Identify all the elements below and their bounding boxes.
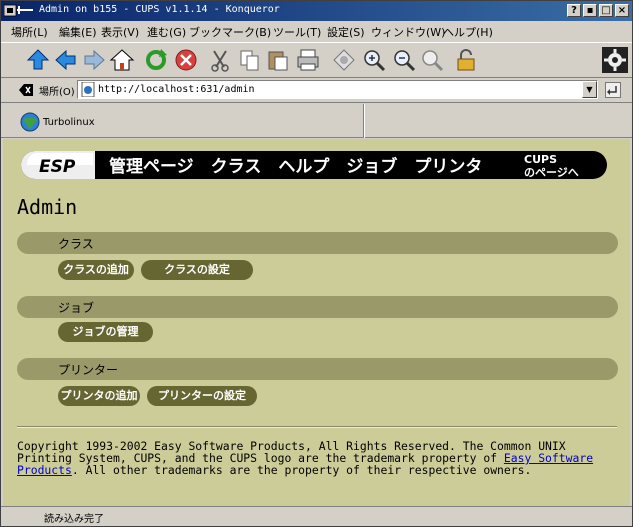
section-label: ジョブ <box>58 301 95 315</box>
go-icon[interactable] <box>605 82 621 98</box>
modify-printer-button[interactable]: プリンターの設定 <box>147 386 257 406</box>
stop-icon[interactable] <box>173 47 199 73</box>
url-history-dropdown[interactable]: ▼ <box>582 81 597 98</box>
zoom-in-icon[interactable] <box>361 47 387 73</box>
status-text: 読み込み完了 <box>44 514 104 525</box>
security-icon[interactable] <box>331 47 357 73</box>
up-arrow-icon[interactable] <box>25 47 51 73</box>
find-icon[interactable] <box>419 47 445 73</box>
bookmark-separator <box>363 104 365 138</box>
menu-location[interactable]: 場所(L) <box>11 24 48 40</box>
divider <box>17 426 617 428</box>
menu-help[interactable]: ヘルプ(H) <box>443 24 493 40</box>
paste-icon[interactable] <box>265 47 291 73</box>
copy-icon[interactable] <box>237 47 263 73</box>
konqueror-gear-icon[interactable] <box>602 47 628 73</box>
window-title: Admin on b155 - CUPS v1.1.14 - Konqueror <box>39 4 280 15</box>
browser-window: Admin on b155 - CUPS v1.1.14 - Konqueror… <box>0 0 633 527</box>
section-header-jobs: ジョブ <box>17 296 618 318</box>
menu-view[interactable]: 表示(V) <box>101 24 139 40</box>
manage-jobs-button[interactable]: ジョブの管理 <box>58 322 153 342</box>
location-bar: 場所(O) http://localhost:631/admin ▼ <box>1 78 632 103</box>
konqueror-app-icon[interactable] <box>4 4 34 17</box>
forward-arrow-icon[interactable] <box>81 47 107 73</box>
banner-cups-link-line1[interactable]: CUPS <box>524 153 557 166</box>
menu-tools[interactable]: ツール(T) <box>273 24 321 40</box>
close-button[interactable]: × <box>615 4 629 17</box>
add-class-button[interactable]: クラスの追加 <box>58 260 134 280</box>
bookmark-turbolinux[interactable]: Turbolinux <box>43 117 95 128</box>
turbolinux-bookmark-icon[interactable] <box>19 111 41 133</box>
section-label: プリンター <box>58 363 119 377</box>
section-header-classes: クラス <box>17 232 618 254</box>
page-content: ESP 管理ページ クラス ヘルプ ジョブ プリンタ CUPS のページへ Ad… <box>3 139 630 506</box>
add-printer-button[interactable]: プリンタの追加 <box>58 386 140 406</box>
minimize-button[interactable]: ▪ <box>583 4 597 17</box>
title-bar[interactable]: Admin on b155 - CUPS v1.1.14 - Konqueror… <box>1 1 632 21</box>
zoom-out-icon[interactable] <box>391 47 417 73</box>
page-icon <box>81 82 95 97</box>
banner-cups-link-line2[interactable]: のページへ <box>524 166 579 179</box>
maximize-button[interactable]: □ <box>599 4 613 17</box>
status-bar: 読み込み完了 <box>1 506 632 526</box>
menu-window[interactable]: ウィンドウ(W) <box>371 24 445 40</box>
clear-location-icon[interactable] <box>19 84 33 96</box>
url-text: http://localhost:631/admin <box>98 84 255 95</box>
home-icon[interactable] <box>109 47 135 73</box>
lock-icon[interactable] <box>453 47 479 73</box>
menu-settings[interactable]: 設定(S) <box>327 24 365 40</box>
url-input[interactable]: http://localhost:631/admin ▼ <box>77 80 598 99</box>
section-label: クラス <box>58 237 94 251</box>
menu-edit[interactable]: 編集(E) <box>59 24 97 40</box>
copyright-line3: . All other trademarks are the property … <box>71 463 532 477</box>
print-icon[interactable] <box>295 47 321 73</box>
location-label: 場所(O) <box>39 87 75 98</box>
page-title: Admin <box>17 195 78 219</box>
menu-bar: 場所(L) 編集(E) 表示(V) 進む(G) ブックマーク(B) ツール(T)… <box>1 21 632 41</box>
help-button[interactable]: ? <box>567 4 581 17</box>
back-arrow-icon[interactable] <box>53 47 79 73</box>
bookmark-toolbar: Turbolinux <box>1 104 632 138</box>
section-header-printers: プリンター <box>17 358 618 380</box>
banner-nav-links[interactable]: 管理ページ クラス ヘルプ ジョブ プリンタ <box>109 156 482 177</box>
copyright-notice: Copyright 1993-2002 Easy Software Produc… <box>17 440 617 476</box>
reload-icon[interactable] <box>143 47 169 73</box>
cups-navigation-banner: ESP 管理ページ クラス ヘルプ ジョブ プリンタ CUPS のページへ <box>21 151 607 179</box>
menu-bookmarks[interactable]: ブックマーク(B) <box>189 24 271 40</box>
modify-class-button[interactable]: クラスの設定 <box>141 260 253 280</box>
main-toolbar <box>1 42 632 78</box>
esp-logo[interactable]: ESP <box>39 157 76 177</box>
menu-go[interactable]: 進む(G) <box>147 24 186 40</box>
cut-icon[interactable] <box>207 47 233 73</box>
